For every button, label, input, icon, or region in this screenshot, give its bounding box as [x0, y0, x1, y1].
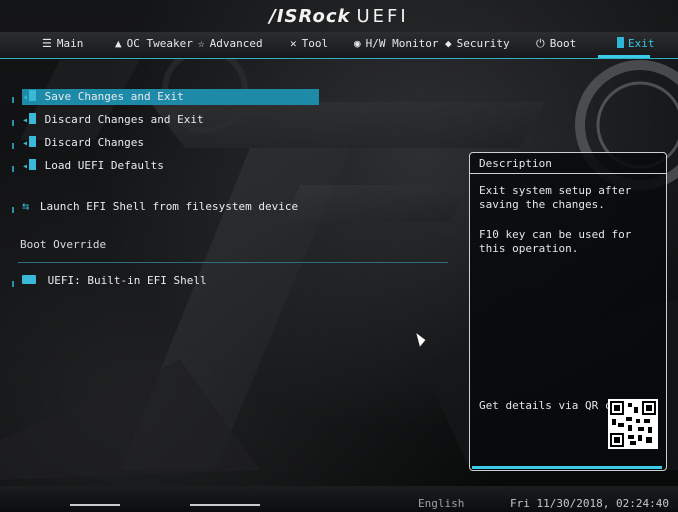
- section-title-boot-override: Boot Override: [20, 238, 107, 251]
- menu-item-discard-changes-and-exit[interactable]: ◂ Discard Changes and Exit: [22, 112, 204, 128]
- item-marker: [12, 143, 14, 149]
- door-icon: [29, 159, 37, 170]
- footer-decor: [190, 504, 260, 506]
- rocket-icon: ▲: [115, 37, 122, 50]
- tab-exit[interactable]: Exit: [617, 32, 655, 56]
- brand-logo: /ISRock UEFI: [0, 6, 678, 27]
- date-time: Fri 11/30/2018, 02:24:40: [510, 497, 669, 510]
- description-title: Description: [470, 153, 666, 174]
- tab-bar: ☰ Main ▲ OC Tweaker ☆ Advanced ✕ Tool ◉ H/W M…: [0, 32, 678, 59]
- brand-name: /ISRock: [269, 6, 351, 27]
- product-name: UEFI: [356, 6, 409, 27]
- tab-tool[interactable]: ✕ Tool: [290, 32, 328, 56]
- item-marker: [12, 166, 14, 172]
- item-marker: [12, 207, 14, 213]
- item-marker: [12, 120, 14, 126]
- folder-icon: [22, 275, 36, 284]
- launch-icon: ⇆: [22, 199, 30, 213]
- qr-code[interactable]: [608, 399, 658, 449]
- exit-arrow-icon: ◂: [22, 138, 29, 149]
- active-tab-indicator: [598, 55, 650, 58]
- description-text: Exit system setup after saving the chang…: [479, 184, 632, 211]
- description-panel: Description Exit system setup after savi…: [469, 152, 667, 471]
- menu-item-launch-efi-shell[interactable]: ⇆ Launch EFI Shell from filesystem devic…: [22, 198, 298, 214]
- shield-icon: ◆: [445, 37, 452, 50]
- list-icon: ☰: [42, 37, 52, 50]
- language-selector[interactable]: English: [418, 497, 464, 510]
- tab-boot[interactable]: ⏻ Boot: [536, 32, 576, 56]
- description-underline: [472, 466, 662, 469]
- description-note: F10 key can be used for this operation.: [479, 228, 632, 255]
- exit-arrow-icon: ◂: [22, 161, 29, 172]
- tab-main[interactable]: ☰ Main: [42, 32, 83, 56]
- menu-item-load-uefi-defaults[interactable]: ◂ Load UEFI Defaults: [22, 158, 164, 174]
- exit-arrow-icon: ◂: [22, 92, 29, 103]
- menu-item-discard-changes[interactable]: ◂ Discard Changes: [22, 135, 144, 151]
- wrench-icon: ✕: [290, 37, 297, 50]
- boot-item-uefi-built-in-efi-shell[interactable]: UEFI: Built-in EFI Shell: [22, 273, 207, 289]
- door-icon: [29, 113, 37, 124]
- door-icon: [29, 136, 37, 147]
- section-divider: [18, 262, 448, 263]
- tab-security[interactable]: ◆ Security: [445, 32, 510, 56]
- qr-code-icon: [610, 401, 656, 447]
- tab-advanced[interactable]: ☆ Advanced: [198, 32, 263, 56]
- tab-oc-tweaker[interactable]: ▲ OC Tweaker: [115, 32, 193, 56]
- item-marker: [12, 97, 14, 103]
- door-icon: [29, 90, 37, 101]
- power-icon: ⏻: [536, 37, 545, 50]
- exit-arrow-icon: ◂: [22, 115, 29, 126]
- menu-item-save-changes-and-exit[interactable]: ◂ Save Changes and Exit: [22, 89, 319, 105]
- exit-icon: [617, 37, 624, 48]
- monitor-icon: ◉: [354, 37, 361, 50]
- tab-hw-monitor[interactable]: ◉ H/W Monitor: [354, 32, 438, 56]
- star-icon: ☆: [198, 37, 205, 50]
- footer-decor: [70, 504, 120, 506]
- item-marker: [12, 281, 14, 287]
